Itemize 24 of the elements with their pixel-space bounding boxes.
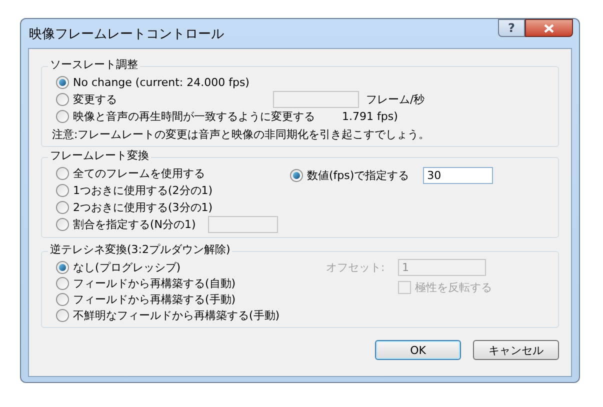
radio-button[interactable]: 全てのフレームを使用する <box>56 166 205 182</box>
group-title: 逆テレシネ変換(3:2プルダウン解除) <box>48 242 232 258</box>
rate-value: 1.791 fps) <box>342 109 398 124</box>
input-field[interactable]: 30 <box>423 166 494 184</box>
radio-button[interactable]: 2つおきに使用する(3分の1) <box>56 200 213 216</box>
warning-note: 注意:フレームレートの変更は音声と映像の非同期化を引き起こすでしょう。 <box>52 127 431 142</box>
offset-label: オフセット: <box>326 260 386 275</box>
radio-button[interactable]: No change (current: 24.000 fps) <box>56 74 250 90</box>
unit-label: フレーム/秒 <box>366 92 425 107</box>
radio-button[interactable]: フィールドから再構築する(自動) <box>56 275 236 291</box>
dialog-button[interactable]: OK <box>375 340 461 360</box>
radio-button[interactable]: 1つおきに使用する(2分の1) <box>56 182 213 198</box>
radio-button[interactable]: なし(プログレッシブ) <box>56 259 181 275</box>
radio-button[interactable]: フィールドから再構築する(手動) <box>56 291 236 307</box>
radio-button[interactable]: 変更する <box>56 92 117 108</box>
radio-button[interactable]: 映像と音声の再生時間が一致するように変更する <box>56 108 315 124</box>
radio-button[interactable]: 数値(fps)で指定する <box>290 167 410 183</box>
close-icon <box>544 24 554 32</box>
help-button[interactable]: ? <box>498 19 525 37</box>
dialog-button[interactable]: キャンセル <box>473 340 559 360</box>
radio-button[interactable]: 不鮮明なフィールドから再構築する(手動) <box>56 307 280 323</box>
radio-button[interactable]: 割合を指定する(N分の1) <box>56 216 196 232</box>
close-button[interactable] <box>525 19 573 37</box>
window-title: 映像フレームレートコントロール <box>29 27 224 42</box>
